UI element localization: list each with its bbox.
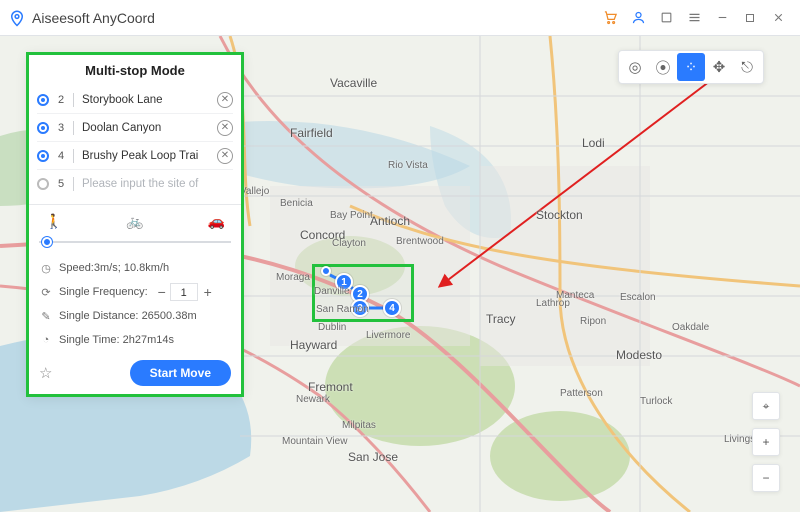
frequency-icon: ⟳: [39, 285, 53, 299]
stop-row[interactable]: 2 Storybook Lane✕: [37, 86, 233, 114]
waypoint-marker[interactable]: 3: [351, 299, 369, 317]
app-logo-icon: [8, 9, 26, 27]
app-title: Aiseesoft AnyCoord: [32, 10, 155, 26]
waypoint-marker[interactable]: [321, 266, 331, 276]
frequency-stepper[interactable]: − 1 +: [152, 283, 216, 301]
map-recenter-button[interactable]: ⌖: [752, 392, 780, 420]
titlebar: Aiseesoft AnyCoord: [0, 0, 800, 36]
zoom-in-button[interactable]: +: [752, 428, 780, 456]
start-move-button[interactable]: Start Move: [130, 360, 231, 386]
one-stop-mode-button[interactable]: ⦿: [649, 53, 677, 81]
stop-clear-button[interactable]: ✕: [217, 92, 233, 108]
speed-slider[interactable]: [39, 234, 231, 250]
distance-icon: ✎: [39, 309, 53, 323]
waypoint-marker[interactable]: 1: [335, 273, 353, 291]
joystick-mode-button[interactable]: ✥: [705, 53, 733, 81]
stop-number: 2: [55, 94, 67, 106]
panel-title: Multi-stop Mode: [27, 63, 243, 78]
stop-number: 4: [55, 150, 67, 162]
route-panel: Multi-stop Mode 2Storybook Lane✕3Doolan …: [26, 52, 244, 397]
stop-name: Doolan Canyon: [82, 122, 217, 134]
time-icon: ◔: [39, 333, 53, 347]
exit-mode-button[interactable]: ⎋: [733, 53, 761, 81]
teleport-mode-button[interactable]: ◎: [621, 53, 649, 81]
minimize-button[interactable]: [708, 4, 736, 32]
stop-row[interactable]: 4 Brushy Peak Loop Trai✕: [37, 142, 233, 170]
travel-mode-row: 🚶 🚲 🚗: [27, 204, 243, 232]
frequency-value: 1: [170, 283, 198, 301]
stop-radio[interactable]: [37, 178, 49, 190]
distance-row: ✎ Single Distance: 26500.38m: [39, 304, 231, 328]
frequency-increase[interactable]: +: [198, 283, 216, 301]
time-row: ◔ Single Time: 2h27m14s: [39, 328, 231, 352]
favorite-button[interactable]: ☆: [39, 364, 52, 382]
stop-row[interactable]: 3 Doolan Canyon✕: [37, 114, 233, 142]
stop-name: Storybook Lane: [82, 94, 217, 106]
stop-radio[interactable]: [37, 94, 49, 106]
stop-radio[interactable]: [37, 150, 49, 162]
car-mode-icon[interactable]: 🚗: [208, 213, 225, 230]
stop-row[interactable]: 5 Please input the site of: [37, 170, 233, 198]
walk-mode-icon[interactable]: 🚶: [45, 213, 62, 230]
speed-icon: ◷: [39, 261, 53, 275]
zoom-out-button[interactable]: −: [752, 464, 780, 492]
multi-stop-mode-button[interactable]: ⁘: [677, 53, 705, 81]
waypoint-marker[interactable]: 4: [383, 299, 401, 317]
frequency-decrease[interactable]: −: [152, 283, 170, 301]
bike-mode-icon[interactable]: 🚲: [126, 213, 143, 230]
stop-clear-button[interactable]: ✕: [217, 148, 233, 164]
stop-name: Please input the site of: [82, 178, 233, 190]
stop-number: 3: [55, 122, 67, 134]
cart-button[interactable]: [596, 4, 624, 32]
maximize-button[interactable]: [736, 4, 764, 32]
frequency-row: ⟳ Single Frequency: − 1 +: [39, 280, 231, 304]
stop-name: Brushy Peak Loop Trai: [82, 150, 217, 162]
close-button[interactable]: [764, 4, 792, 32]
speed-row: ◷ Speed:3m/s; 10.8km/h: [39, 256, 231, 280]
mode-toolbar: ◎⦿⁘✥⎋: [618, 50, 764, 84]
map-controls: ⌖ + −: [752, 392, 780, 492]
stop-number: 5: [55, 178, 67, 190]
window-toggle-button[interactable]: [652, 4, 680, 32]
stop-radio[interactable]: [37, 122, 49, 134]
user-button[interactable]: [624, 4, 652, 32]
stop-clear-button[interactable]: ✕: [217, 120, 233, 136]
menu-button[interactable]: [680, 4, 708, 32]
